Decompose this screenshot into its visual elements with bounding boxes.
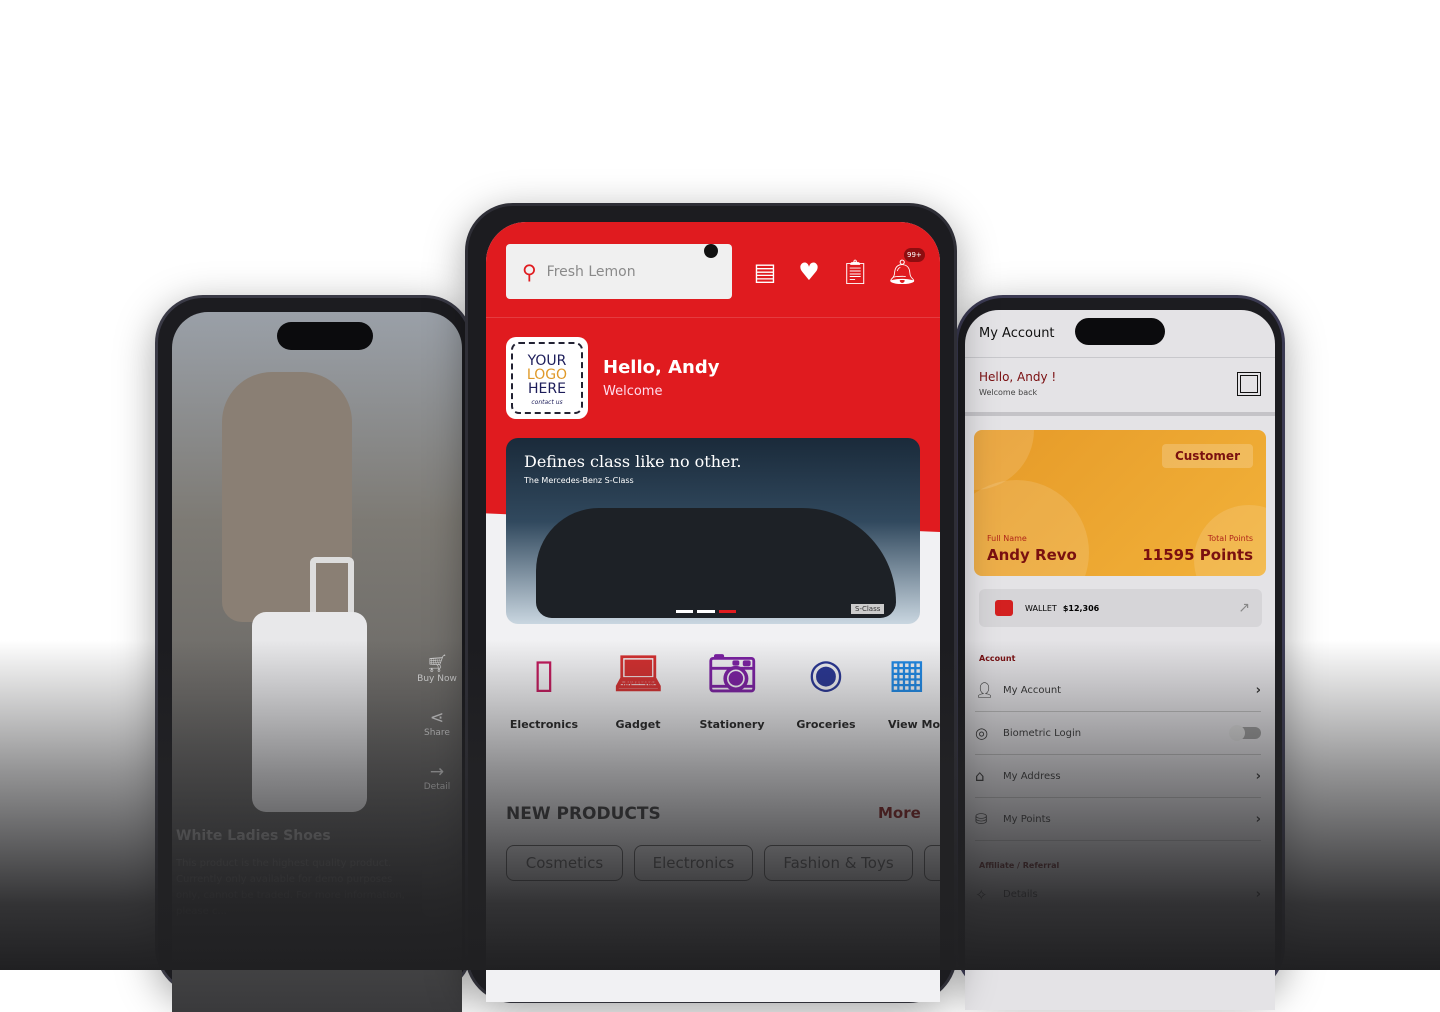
buy-now-button[interactable]: 🛒︎ Buy Now xyxy=(414,654,460,684)
chevron-right-icon: › xyxy=(1255,682,1261,698)
qr-code-icon[interactable] xyxy=(1237,372,1261,396)
full-name-label: Full Name xyxy=(987,534,1027,543)
wallet-label: WALLET xyxy=(1025,603,1057,613)
wallet-icon xyxy=(995,600,1013,616)
logo: YOUR LOGO HERE contact us xyxy=(506,337,588,419)
menu-my-points[interactable]: ⛁ My Points › xyxy=(975,798,1261,841)
product-title: White Ladies Shoes xyxy=(176,828,331,844)
chevron-right-icon: › xyxy=(1255,768,1261,784)
category-electronics[interactable]: ▯ Electronics xyxy=(498,647,590,731)
role-badge: Customer xyxy=(1161,444,1253,468)
menu-my-account[interactable]: 👤︎ My Account › xyxy=(975,669,1261,712)
greeting: Hello, Andy ! xyxy=(979,370,1057,384)
product-video-suitcase xyxy=(252,612,367,812)
section-title: NEW PRODUCTS xyxy=(506,804,661,824)
right-phone: My Account Hello, Andy ! Welcome back Cu… xyxy=(955,295,1285,1010)
divider xyxy=(486,317,940,318)
section-account: Account xyxy=(979,654,1016,663)
chevron-right-icon: › xyxy=(1255,887,1261,902)
chip-more[interactable] xyxy=(924,845,940,881)
phone-icon: ▯ xyxy=(532,651,555,697)
welcome-back: Welcome back xyxy=(979,388,1038,397)
dynamic-island xyxy=(1075,318,1165,345)
category-gadget[interactable]: 💻︎ Gadget xyxy=(592,647,684,731)
carousel-dots[interactable] xyxy=(676,610,736,613)
laptop-icon: 💻︎ xyxy=(613,651,664,697)
product-thumbnail[interactable] xyxy=(422,865,462,917)
coins-icon: ⛁ xyxy=(975,810,988,828)
menu-biometric-login[interactable]: ◎ Biometric Login xyxy=(975,712,1261,755)
share-button[interactable]: ⋖ Share xyxy=(414,708,460,738)
video-product-screen: 🛒︎ Buy Now ⋖ Share → Detail White Ladies Sh… xyxy=(172,312,462,1012)
handshake-icon: ✧ xyxy=(975,885,988,904)
banner-headline: Defines class like no other. xyxy=(524,452,742,471)
category-stationery[interactable]: 📷︎ Stationery xyxy=(686,647,778,731)
notification-badge: 99+ xyxy=(904,248,925,262)
detail-button[interactable]: → Detail xyxy=(414,762,460,792)
chip-fashion-toys[interactable]: Fashion & Toys xyxy=(764,845,913,881)
search-input[interactable]: ⚲ Fresh Lemon xyxy=(506,244,732,299)
more-link[interactable]: More xyxy=(878,804,921,822)
category-view-more[interactable]: ▦View More xyxy=(874,647,940,731)
banner-subline: The Mercedes-Benz S-Class xyxy=(524,476,634,485)
grid-icon: ▦ xyxy=(888,651,926,697)
dynamic-island xyxy=(277,322,373,350)
wallet-bar[interactable]: WALLET $12,306 ↗ xyxy=(979,589,1262,627)
full-name: Andy Revo xyxy=(987,546,1077,564)
open-external-icon[interactable]: ↗ xyxy=(1238,600,1250,616)
wallet-amount: $12,306 xyxy=(1062,603,1100,613)
menu-my-address[interactable]: ⌂ My Address › xyxy=(975,755,1261,798)
left-phone: 🛒︎ Buy Now ⋖ Share → Detail White Ladies Sh… xyxy=(155,295,473,1012)
total-points: 11595 Points xyxy=(1142,546,1253,564)
product-description: This product is the highest quality prod… xyxy=(176,858,405,917)
chip-cosmetics[interactable]: Cosmetics xyxy=(506,845,623,881)
chip-electronics[interactable]: Electronics xyxy=(634,845,753,881)
clipboard-icon[interactable]: 📋︎ xyxy=(839,256,871,288)
chevron-right-icon: › xyxy=(1255,811,1261,827)
banner-plate: S-Class xyxy=(851,604,885,614)
arrow-right-icon: → xyxy=(429,762,445,782)
share-icon: ⋖ xyxy=(429,708,445,728)
welcome-text: Welcome xyxy=(603,384,663,399)
total-points-label: Total Points xyxy=(1207,534,1253,543)
page-title: My Account xyxy=(979,326,1055,341)
search-icon: ⚲ xyxy=(522,259,537,284)
suitcase-handle xyxy=(310,557,354,617)
car-image xyxy=(536,508,896,618)
category-groceries[interactable]: ◉ Groceries xyxy=(780,647,872,731)
home-screen: ⚲ Fresh Lemon ▤ ♥ 📋︎ 🔔︎ 99+ YOUR LOGO HE… xyxy=(486,222,940,1002)
divider xyxy=(965,412,1275,416)
home-icon: ⌂ xyxy=(975,767,985,785)
menu-affiliate-details[interactable]: ✧ Details › xyxy=(975,873,1261,916)
membership-card: Customer Full Name Andy Revo Total Point… xyxy=(974,430,1266,576)
cart-icon: 🛒︎ xyxy=(426,654,448,674)
heart-icon[interactable]: ♥ xyxy=(793,256,825,288)
greeting: Hello, Andy xyxy=(603,357,720,378)
chat-icon[interactable]: ▤ xyxy=(749,256,781,288)
camera-icon: 📷︎ xyxy=(707,651,758,697)
front-camera xyxy=(704,244,718,258)
promo-banner[interactable]: Defines class like no other. The Mercede… xyxy=(506,438,920,624)
steering-wheel-icon: ◉ xyxy=(808,651,844,697)
fingerprint-icon: ◎ xyxy=(975,724,989,742)
center-phone: ⚲ Fresh Lemon ▤ ♥ 📋︎ 🔔︎ 99+ YOUR LOGO HE… xyxy=(465,203,957,1003)
account-screen: My Account Hello, Andy ! Welcome back Cu… xyxy=(965,310,1275,1010)
person-icon: 👤︎ xyxy=(975,681,995,699)
section-affiliate: Affiliate / Referral xyxy=(979,861,1060,870)
biometric-toggle[interactable] xyxy=(1229,725,1261,741)
